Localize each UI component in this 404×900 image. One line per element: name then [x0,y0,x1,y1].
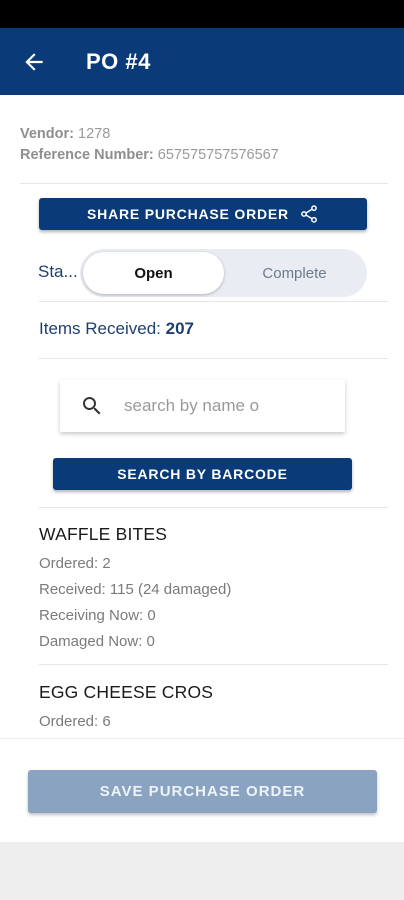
reference-row: Reference Number: 657575757576567 [20,145,279,166]
status-bar [0,0,404,28]
vendor-label: Vendor: [20,126,74,142]
save-purchase-order-button[interactable]: SAVE PURCHASE ORDER [28,770,377,813]
reference-value: 657575757576567 [157,147,279,163]
divider [39,358,388,359]
vendor-value: 1278 [78,126,111,142]
save-button-label: SAVE PURCHASE ORDER [99,783,306,800]
list-item[interactable]: WAFFLE BITES Ordered: 2 Received: 115 (2… [39,524,231,655]
search-box [60,380,345,432]
status-option-complete[interactable]: Complete [225,252,364,294]
barcode-button-label: SEARCH BY BARCODE [117,466,288,482]
page-title: PO #4 [86,48,151,74]
search-by-barcode-button[interactable]: SEARCH BY BARCODE [53,458,352,490]
item-ordered: Ordered: 6 [39,713,111,730]
share-button-label: SHARE PURCHASE ORDER [87,206,289,222]
item-damaged-now: Damaged Now: 0 [39,633,155,650]
reference-label: Reference Number: [20,147,154,163]
list-item[interactable]: EGG CHEESE CROS Ordered: 6 [39,682,213,735]
item-name: EGG CHEESE CROS [39,682,214,702]
share-purchase-order-button[interactable]: SHARE PURCHASE ORDER [39,198,367,230]
items-received-label: Items Received: [39,319,161,338]
item-received: Received: 115 (24 damaged) [39,581,232,598]
arrow-left-icon [25,52,43,71]
search-input[interactable] [124,396,294,416]
share-icon [301,205,317,223]
item-receiving-now: Receiving Now: 0 [39,607,156,624]
status-option-open[interactable]: Open [83,252,224,294]
item-name: WAFFLE BITES [39,524,168,544]
vendor-row: Vendor: 1278 [20,124,279,145]
status-toggle: Open Complete [80,249,367,297]
search-icon [83,397,101,415]
vendor-info: Vendor: 1278 Reference Number: 657575757… [20,124,279,166]
app-bar: PO #4 [0,28,404,95]
system-navigation-area [0,842,404,900]
items-received: Items Received: 207 [39,319,194,339]
divider [39,507,388,508]
items-received-value: 207 [165,319,194,338]
item-ordered: Ordered: 2 [39,555,111,572]
divider [39,664,388,665]
divider [20,183,388,184]
divider [39,301,388,302]
status-label: Sta... [38,262,78,281]
back-button[interactable] [10,38,58,86]
divider [0,738,404,739]
